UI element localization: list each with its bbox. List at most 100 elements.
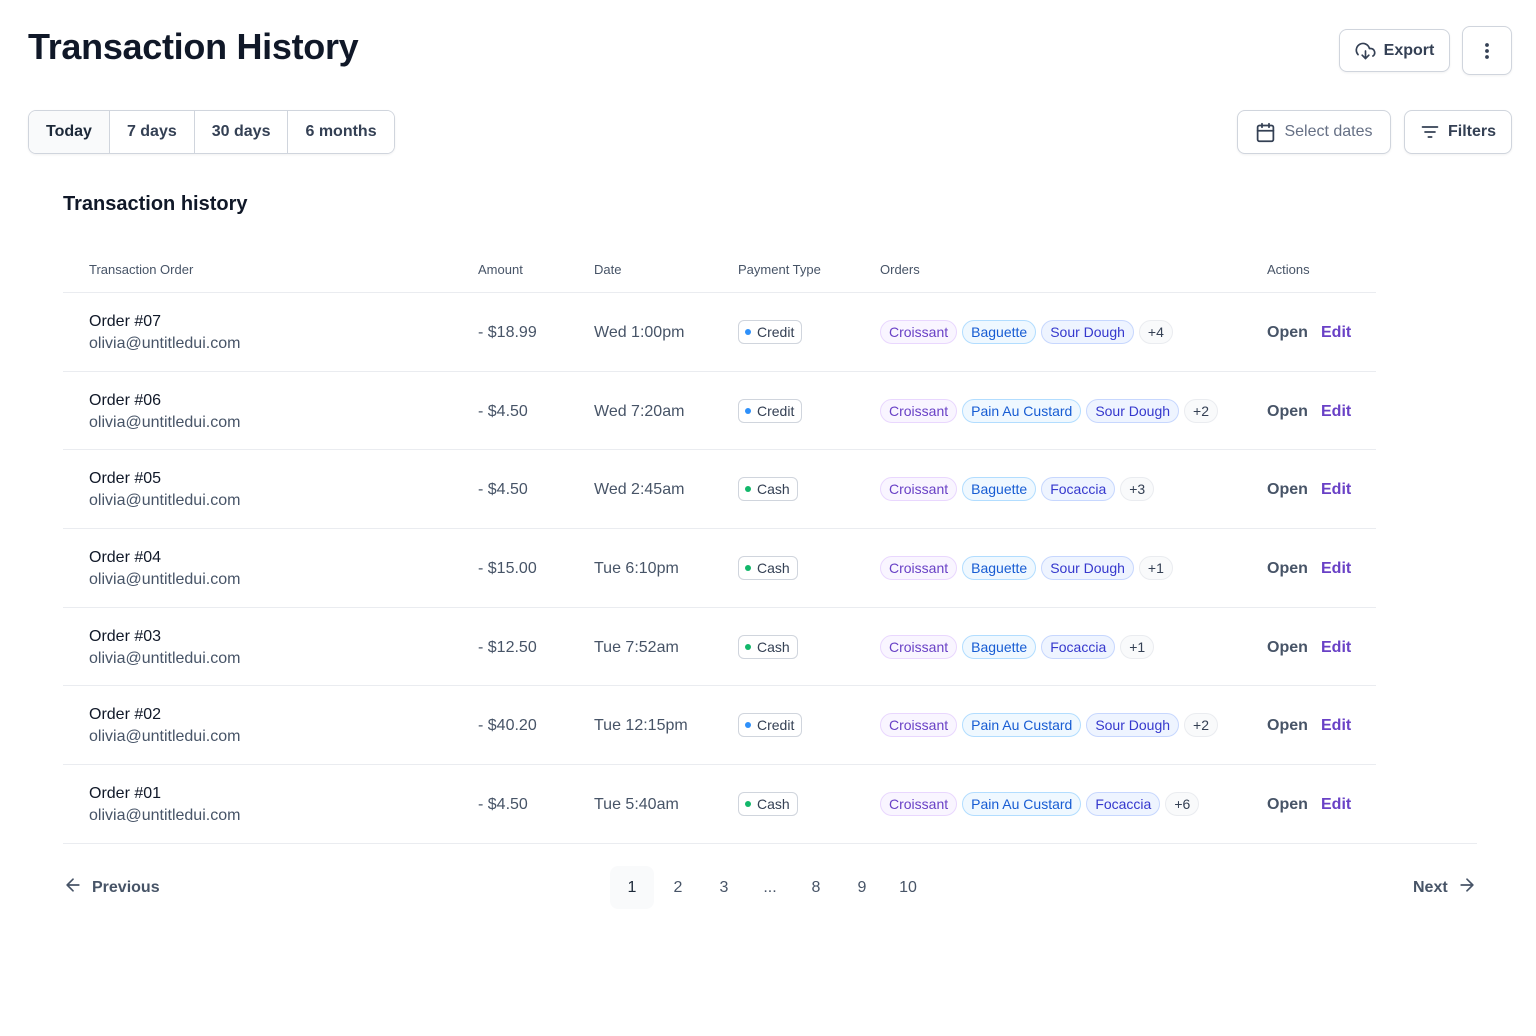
more-options-button[interactable] <box>1462 26 1512 75</box>
order-items: Croissant Pain Au Custard Focaccia +6 <box>880 792 1200 817</box>
amount: - $15.00 <box>478 560 537 578</box>
amount: - $12.50 <box>478 638 537 656</box>
export-label: Export <box>1383 41 1435 59</box>
page-number-button[interactable]: 8 <box>794 866 838 909</box>
payment-type-badge: Credit <box>738 398 803 423</box>
open-button[interactable]: Open <box>1267 717 1308 735</box>
previous-label: Previous <box>92 878 160 896</box>
status-dot-icon <box>745 407 751 414</box>
range-today[interactable]: Today <box>29 111 110 153</box>
arrow-right-icon <box>1457 875 1477 900</box>
next-button[interactable]: Next <box>1413 875 1477 900</box>
edit-button[interactable]: Edit <box>1321 481 1351 499</box>
more-items-tag: +2 <box>1184 398 1218 423</box>
edit-button[interactable]: Edit <box>1321 717 1351 735</box>
order-item-tag: Croissant <box>880 556 958 581</box>
export-button[interactable]: Export <box>1339 29 1450 72</box>
more-items-tag: +4 <box>1138 320 1173 344</box>
page-number-button[interactable]: 1 <box>610 866 654 909</box>
order-number: Order #06 <box>89 391 162 409</box>
order-item-tag: Pain Au Custard <box>962 792 1082 817</box>
table-header: Transaction Order Amount Date Payment Ty… <box>63 250 1376 293</box>
order-number: Order #05 <box>89 470 162 488</box>
order-email: olivia@untitledui.com <box>89 571 241 589</box>
range-30-days[interactable]: 30 days <box>194 111 289 153</box>
order-number: Order #04 <box>89 549 162 567</box>
order-items: Croissant Baguette Sour Dough +1 <box>880 556 1173 581</box>
table-body: Order #07 olivia@untitledui.com - $18.99… <box>63 293 1376 844</box>
order-item-tag: Baguette <box>962 634 1037 659</box>
edit-button[interactable]: Edit <box>1321 560 1351 578</box>
transaction-date: Wed 7:20am <box>594 402 685 420</box>
order-number: Order #03 <box>89 627 162 645</box>
more-items-tag: +1 <box>1138 556 1173 581</box>
edit-button[interactable]: Edit <box>1321 324 1351 342</box>
pagination-divider <box>63 843 1477 844</box>
status-dot-icon <box>745 801 751 808</box>
page-number-button[interactable]: 9 <box>840 866 884 909</box>
more-items-tag: +6 <box>1165 792 1200 817</box>
open-button[interactable]: Open <box>1267 560 1308 578</box>
section-title: Transaction history <box>63 193 248 215</box>
transaction-date: Wed 2:45am <box>594 481 685 499</box>
table-row: Order #04 olivia@untitledui.com - $15.00… <box>63 529 1376 608</box>
order-number: Order #07 <box>89 313 162 330</box>
cloud-download-icon <box>1355 41 1376 61</box>
column-header: Amount <box>478 262 523 277</box>
select-dates-button[interactable]: Select dates <box>1237 110 1391 154</box>
previous-button[interactable]: Previous <box>63 875 160 900</box>
order-item-tag: Sour Dough <box>1086 713 1180 738</box>
table-row: Order #06 olivia@untitledui.com - $4.50 … <box>63 372 1376 451</box>
order-item-tag: Baguette <box>962 556 1037 581</box>
edit-button[interactable]: Edit <box>1321 796 1351 814</box>
order-item-tag: Focaccia <box>1041 477 1116 502</box>
order-item-tag: Croissant <box>880 477 958 502</box>
amount: - $4.50 <box>478 402 528 420</box>
column-header: Actions <box>1267 262 1310 277</box>
filters-button[interactable]: Filters <box>1404 110 1512 154</box>
page-ellipsis: ... <box>763 878 777 896</box>
amount: - $18.99 <box>478 324 537 341</box>
amount: - $4.50 <box>478 481 528 499</box>
payment-type-badge: Cash <box>738 634 798 659</box>
more-items-tag: +1 <box>1120 634 1155 659</box>
page-number-button[interactable]: 10 <box>886 866 930 909</box>
column-header: Payment Type <box>738 262 821 277</box>
order-email: olivia@untitledui.com <box>89 649 241 667</box>
transaction-date: Wed 1:00pm <box>594 324 685 341</box>
more-items-tag: +2 <box>1184 713 1218 738</box>
order-item-tag: Croissant <box>880 320 958 344</box>
column-header: Date <box>594 262 622 277</box>
range-7-days[interactable]: 7 days <box>109 111 195 153</box>
calendar-icon <box>1255 122 1276 143</box>
page-number-button[interactable]: 2 <box>656 866 700 909</box>
table-row: Order #01 olivia@untitledui.com - $4.50 … <box>63 765 1376 844</box>
status-dot-icon <box>745 565 751 572</box>
edit-button[interactable]: Edit <box>1321 403 1351 421</box>
status-dot-icon <box>745 486 751 493</box>
table-row: Order #03 olivia@untitledui.com - $12.50… <box>63 608 1376 687</box>
date-range-toggle: Today 7 days 30 days 6 months <box>28 110 395 154</box>
range-6-months[interactable]: 6 months <box>288 111 394 153</box>
payment-type-label: Cash <box>757 638 790 655</box>
order-email: olivia@untitledui.com <box>89 413 241 431</box>
order-items: Croissant Baguette Focaccia +1 <box>880 634 1155 659</box>
order-items: Croissant Pain Au Custard Sour Dough +2 <box>880 398 1218 423</box>
transaction-date: Tue 7:52am <box>594 638 679 656</box>
transaction-date: Tue 12:15pm <box>594 717 688 735</box>
column-header: Orders <box>880 262 920 277</box>
open-button[interactable]: Open <box>1267 324 1308 342</box>
open-button[interactable]: Open <box>1267 639 1308 657</box>
order-items: Croissant Pain Au Custard Sour Dough +2 <box>880 713 1218 738</box>
payment-type-label: Credit <box>757 402 795 419</box>
edit-button[interactable]: Edit <box>1321 639 1351 657</box>
open-button[interactable]: Open <box>1267 796 1308 814</box>
page-number-button[interactable]: 3 <box>702 866 746 909</box>
page-numbers: 1 2 3... 8 9 10 <box>610 866 930 909</box>
open-button[interactable]: Open <box>1267 481 1308 499</box>
column-header: Transaction Order <box>89 262 194 277</box>
open-button[interactable]: Open <box>1267 403 1308 421</box>
amount: - $4.50 <box>478 796 528 814</box>
order-item-tag: Croissant <box>880 792 958 817</box>
status-dot-icon <box>745 329 751 335</box>
